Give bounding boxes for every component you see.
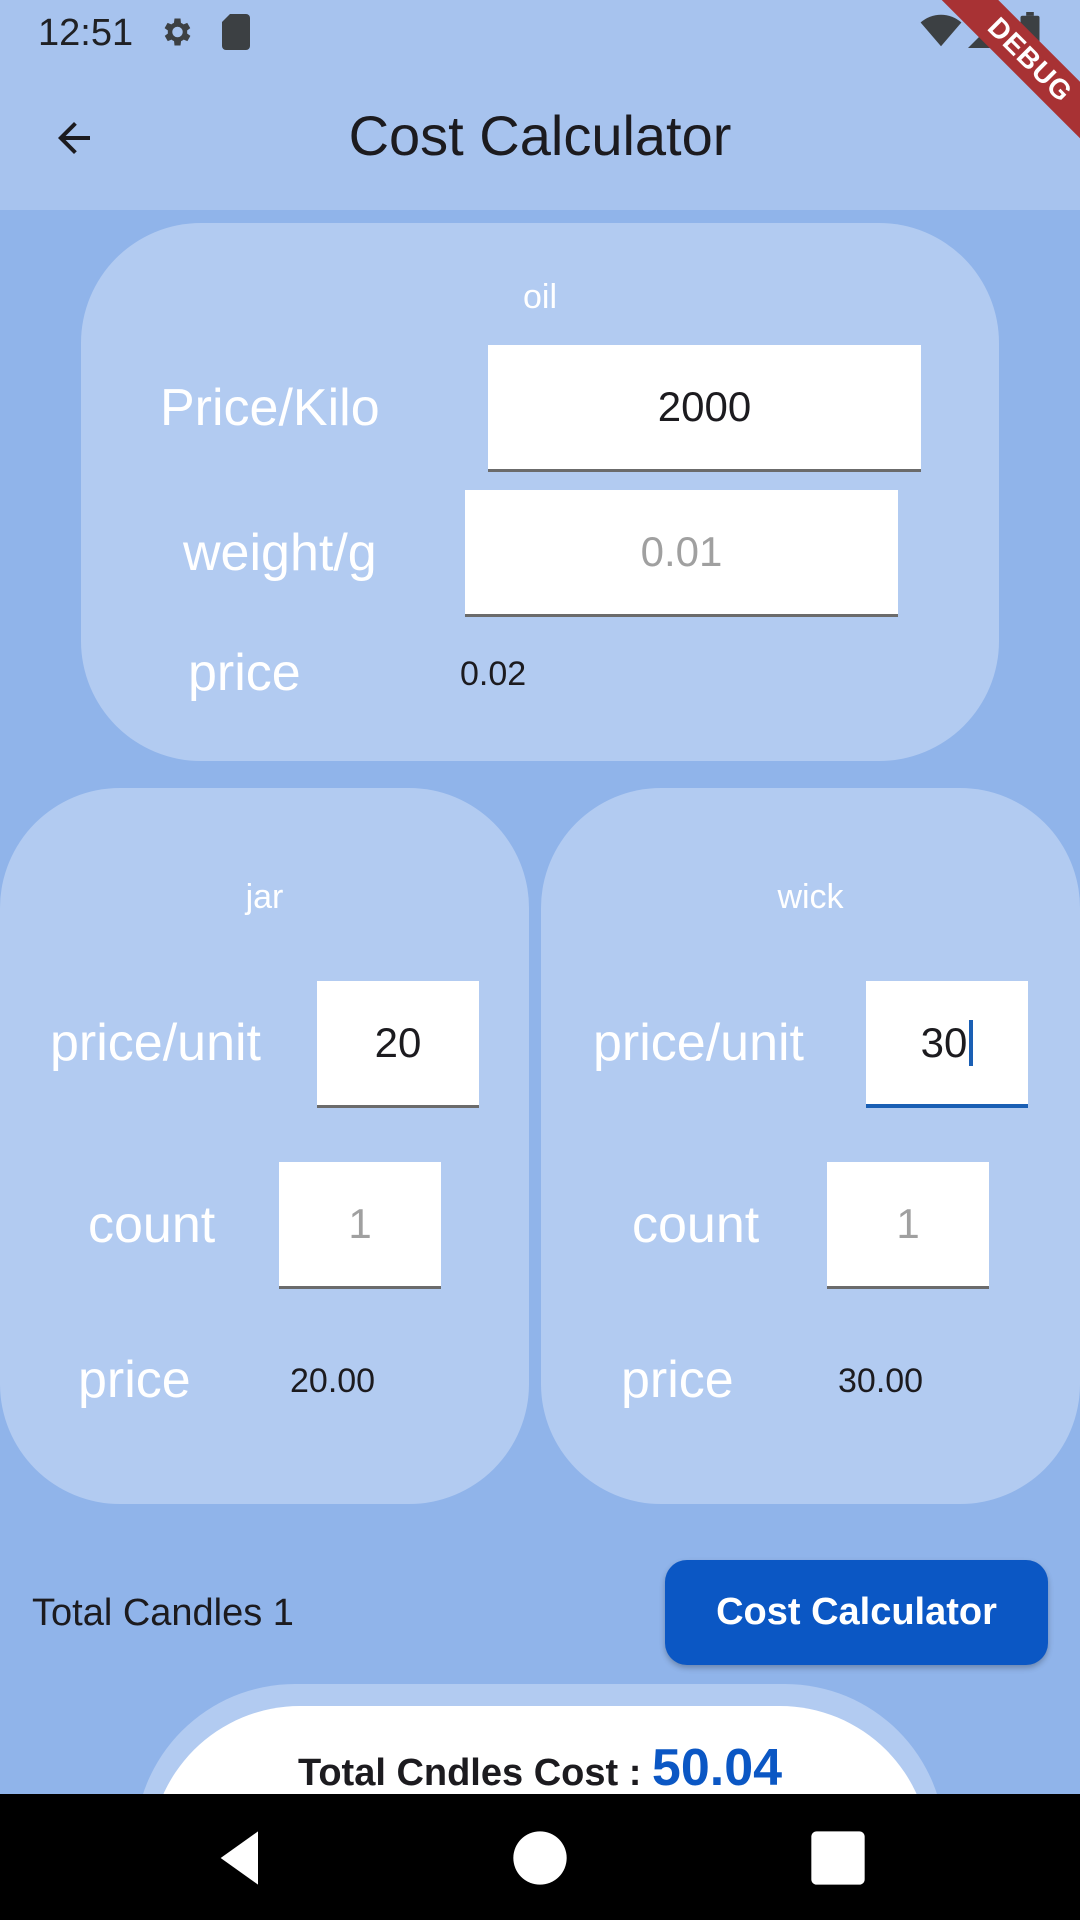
status-time: 12:51: [38, 12, 134, 54]
sd-card-icon: [222, 14, 250, 50]
oil-price-per-kilo-label: Price/Kilo: [160, 379, 380, 437]
jar-price-value: 20.00: [290, 1362, 376, 1400]
oil-price-value: 0.02: [460, 655, 527, 693]
oil-price-per-kilo-input[interactable]: 2000: [488, 345, 921, 472]
jar-price-label: price: [78, 1351, 191, 1409]
jar-count-input[interactable]: 1: [279, 1162, 441, 1289]
jar-title: jar: [245, 878, 284, 916]
result-text: Total Cndles Cost : 50.04: [150, 1738, 930, 1798]
total-cost-value: 50.04: [651, 1739, 783, 1797]
text-cursor: [969, 1019, 974, 1066]
jar-price-per-unit-label: price/unit: [50, 1014, 261, 1072]
oil-price-label: price: [188, 644, 301, 702]
total-cost-label: Total Cndles Cost :: [297, 1752, 652, 1794]
debug-banner-label: DEBUG: [923, 0, 1080, 167]
jar-price-per-unit-input[interactable]: 20: [317, 981, 479, 1108]
wick-title: wick: [777, 878, 844, 916]
debug-banner: DEBUG: [880, 0, 1080, 200]
wick-price-per-unit-value: 30: [920, 1018, 968, 1066]
nav-back-icon[interactable]: [210, 1826, 274, 1890]
oil-title: oil: [522, 278, 558, 316]
wick-price-value: 30.00: [838, 1362, 924, 1400]
nav-recents-icon[interactable]: [806, 1826, 870, 1890]
wick-count-input[interactable]: 1: [827, 1162, 989, 1289]
nav-home-icon[interactable]: [508, 1826, 572, 1890]
oil-weight-label: weight/g: [183, 524, 377, 582]
wick-count-label: count: [632, 1196, 760, 1254]
jar-count-label: count: [88, 1196, 216, 1254]
cost-calculator-button[interactable]: Cost Calculator: [665, 1560, 1048, 1665]
wick-price-per-unit-label: price/unit: [593, 1014, 804, 1072]
oil-weight-input[interactable]: 0.01: [465, 490, 898, 617]
wick-price-label: price: [621, 1351, 734, 1409]
wick-price-per-unit-input[interactable]: 30: [866, 981, 1028, 1108]
total-candles-label: Total Candles 1: [32, 1592, 294, 1634]
gear-icon: [164, 18, 191, 46]
